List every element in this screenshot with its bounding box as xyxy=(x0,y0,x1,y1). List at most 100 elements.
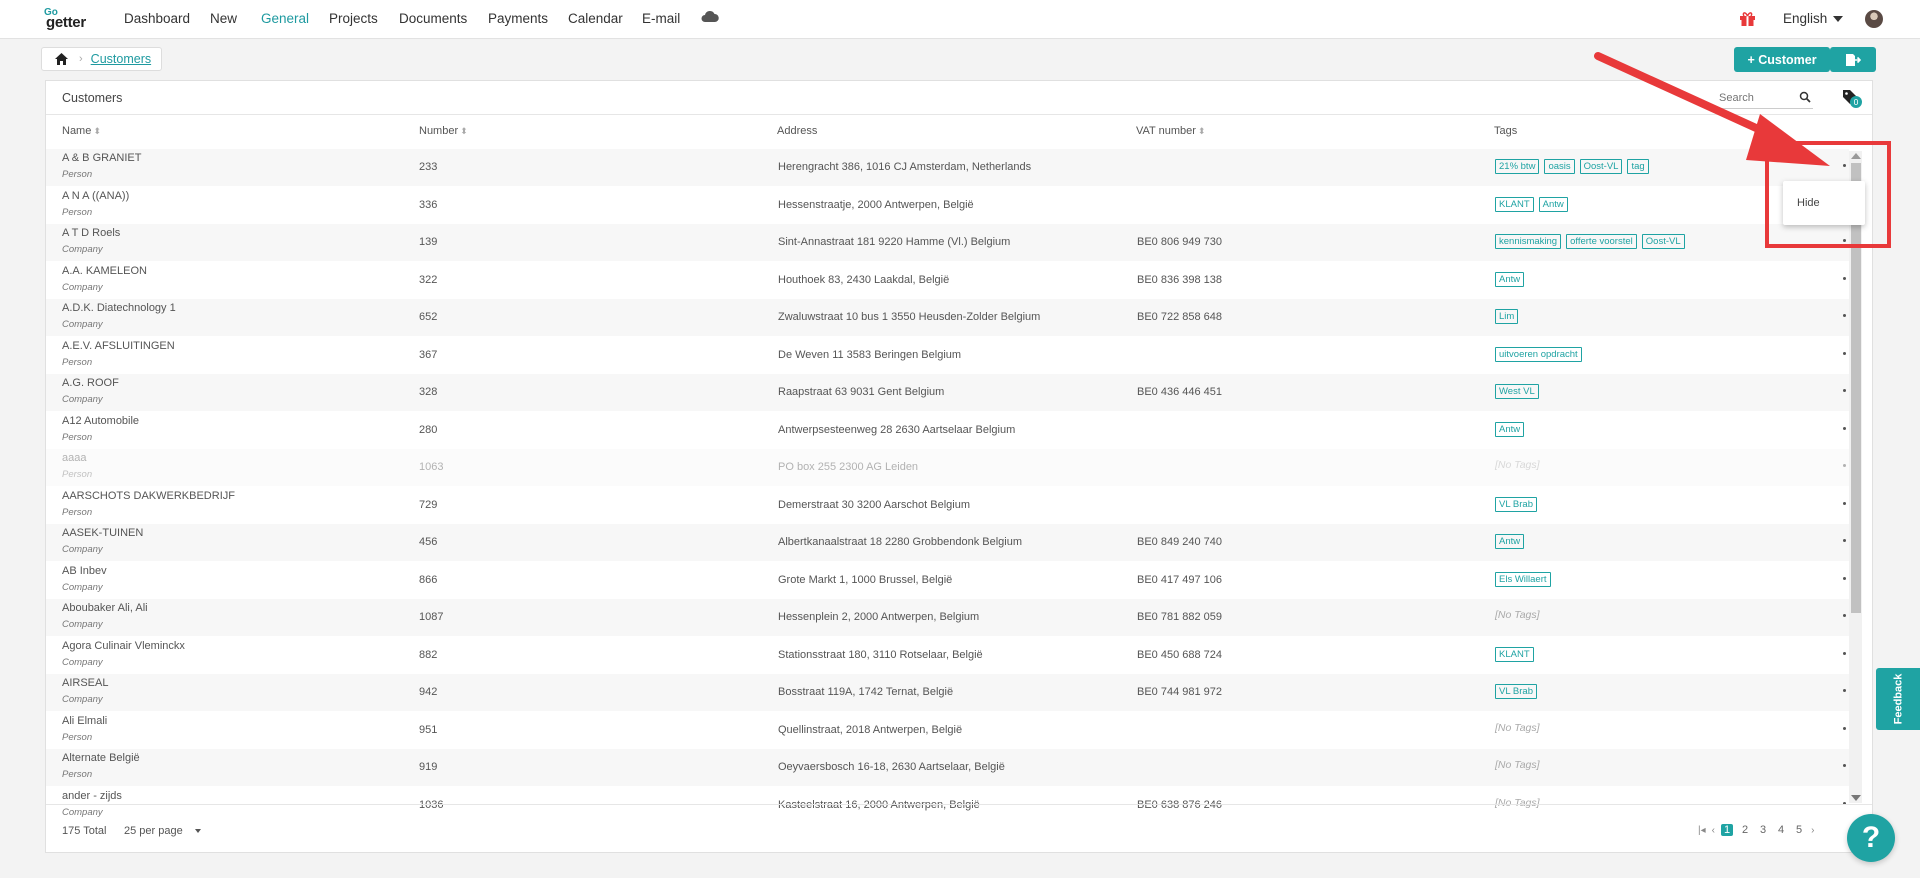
tag-badge[interactable]: offerte voorstel xyxy=(1566,234,1637,249)
language-selector[interactable]: English xyxy=(1783,11,1844,26)
nav-new[interactable]: New xyxy=(210,11,237,26)
row-menu-icon[interactable] xyxy=(1843,576,1846,580)
customer-name[interactable]: A T D Roels xyxy=(62,227,120,239)
table-row[interactable]: A & B GRANIET Person 233 Herengracht 386, 1… xyxy=(46,149,1849,186)
row-menu-icon[interactable] xyxy=(1843,689,1846,692)
per-page-select[interactable]: 25 per page xyxy=(124,825,201,837)
nav-payments[interactable]: Payments xyxy=(488,11,548,26)
row-menu-icon[interactable] xyxy=(1843,276,1846,280)
tag-badge[interactable]: Antw xyxy=(1495,421,1525,437)
page-1[interactable]: 1 xyxy=(1720,824,1734,836)
table-row[interactable]: AB Inbev Company 866 Grote Markt 1, 1000 Br… xyxy=(46,562,1849,599)
row-menu-icon[interactable] xyxy=(1843,539,1846,542)
tag-badge[interactable]: VL Brab xyxy=(1495,684,1537,699)
customer-name[interactable]: A.E.V. AFSLUITINGEN xyxy=(62,340,175,352)
nav-documents[interactable]: Documents xyxy=(399,11,467,26)
table-row[interactable]: aaaa Person 1063 PO box 255 2300 AG Leiden [… xyxy=(46,449,1849,486)
column-header-name[interactable]: Name ⬍ xyxy=(62,125,101,137)
table-row[interactable]: A.A. KAMELEON Company 322 Houthoek 83, 2430… xyxy=(46,262,1849,299)
table-row[interactable]: A.E.V. AFSLUITINGEN Person 367 De Weven 11 … xyxy=(46,337,1849,374)
table-row[interactable]: A.G. ROOF Company 328 Raapstraat 63 9031 Ge… xyxy=(46,374,1849,411)
customer-name[interactable]: Alternate België xyxy=(62,752,140,764)
tag-badge[interactable]: uitvoeren opdracht xyxy=(1495,346,1582,362)
table-row[interactable]: Aboubaker Ali, Ali Company 1087 Hessenplein… xyxy=(46,599,1849,636)
tag-badge[interactable]: 21% btw xyxy=(1495,159,1540,174)
table-row[interactable]: AARSCHOTS DAKWERKBEDRIJF Person 729 Demerst… xyxy=(46,487,1849,524)
tag-badge[interactable]: VL Brab xyxy=(1495,496,1537,512)
nav-calendar[interactable]: Calendar xyxy=(568,11,623,26)
home-icon[interactable] xyxy=(54,52,69,66)
table-row[interactable]: A12 Automobile Person 280 Antwerpsesteenweg… xyxy=(46,412,1849,449)
customer-name[interactable]: A.G. ROOF xyxy=(62,377,119,389)
customer-name[interactable]: Ali Elmali xyxy=(62,715,107,727)
customer-name[interactable]: A12 Automobile xyxy=(62,415,139,427)
tag-badge[interactable]: kennismaking xyxy=(1495,234,1562,249)
customer-name[interactable]: Agora Culinair Vleminckx xyxy=(62,640,185,652)
row-menu-icon[interactable] xyxy=(1843,314,1846,317)
tag-badge[interactable]: West VL xyxy=(1495,384,1539,399)
customer-name[interactable]: AIRSEAL xyxy=(62,677,108,689)
tag-badge[interactable]: KLANT xyxy=(1495,646,1534,662)
scroll-down-arrow[interactable] xyxy=(1851,795,1861,801)
feedback-tab[interactable]: Feedback xyxy=(1876,668,1920,730)
column-header-number[interactable]: Number ⬍ xyxy=(419,125,468,137)
table-row[interactable]: Alternate België Person 919 Oeyvaersbosch 1… xyxy=(46,749,1849,786)
next-page-icon[interactable]: › xyxy=(1811,825,1814,836)
scrollbar[interactable] xyxy=(1849,151,1862,803)
tag-badge[interactable]: KLANT xyxy=(1495,196,1534,212)
table-row[interactable]: A.D.K. Diatechnology 1 Company 652 Zwaluwst… xyxy=(46,299,1849,336)
nav-email[interactable]: E-mail xyxy=(642,11,680,26)
table-row[interactable]: ander - zijds Company 1036 Kasteelstraat 16… xyxy=(46,787,1849,824)
table-row[interactable]: AIRSEAL Company 942 Bosstraat 119A, 1742 Te… xyxy=(46,674,1849,711)
customer-name[interactable]: ander - zijds xyxy=(62,790,122,802)
column-header-vat[interactable]: VAT number ⬍ xyxy=(1136,125,1205,137)
page-5[interactable]: 5 xyxy=(1793,824,1805,836)
customer-name[interactable]: A.A. KAMELEON xyxy=(62,265,147,277)
nav-projects[interactable]: Projects xyxy=(329,11,378,26)
table-row[interactable]: Agora Culinair Vleminckx Company 882 Statio… xyxy=(46,637,1849,674)
customer-name[interactable]: A & B GRANIET xyxy=(62,152,141,164)
tag-badge[interactable]: Oost-VL xyxy=(1641,234,1685,249)
gogetter-logo[interactable]: Go getter xyxy=(44,7,100,31)
row-menu-icon[interactable] xyxy=(1843,426,1846,430)
previous-page-icon[interactable]: ‹ xyxy=(1712,825,1715,836)
page-4[interactable]: 4 xyxy=(1775,824,1787,836)
customer-name[interactable]: AASEK-TUINEN xyxy=(62,527,143,539)
customer-name[interactable]: AARSCHOTS DAKWERKBEDRIJF xyxy=(62,490,235,502)
page-2[interactable]: 2 xyxy=(1739,824,1751,836)
table-row[interactable]: A N A ((ANA)) Person 336 Hessenstraatje, 20… xyxy=(46,187,1849,224)
tag-badge[interactable]: Lim xyxy=(1495,309,1519,324)
customer-name[interactable]: A.D.K. Diatechnology 1 xyxy=(62,302,176,314)
cloud-icon[interactable] xyxy=(701,10,719,24)
table-row[interactable]: AASEK-TUINEN Company 456 Albertkanaalstraat… xyxy=(46,524,1849,561)
row-menu-icon[interactable] xyxy=(1843,764,1846,767)
page-3[interactable]: 3 xyxy=(1757,824,1769,836)
tag-badge[interactable]: Els Willaert xyxy=(1495,571,1551,587)
row-menu-icon[interactable] xyxy=(1843,501,1846,505)
nav-general[interactable]: General xyxy=(261,11,309,26)
customer-name[interactable]: aaaa xyxy=(62,452,86,464)
row-menu-icon[interactable] xyxy=(1843,726,1846,730)
row-menu-icon[interactable] xyxy=(1843,389,1846,392)
first-page-icon[interactable]: |◂ xyxy=(1698,825,1706,836)
table-row[interactable]: Ali Elmali Person 951 Quellinstraat, 2018 A… xyxy=(46,712,1849,749)
customer-type: Company xyxy=(62,694,103,705)
tag-badge[interactable]: oasis xyxy=(1544,159,1575,174)
tag-badge[interactable]: Antw xyxy=(1495,271,1525,287)
row-menu-icon[interactable] xyxy=(1843,351,1846,355)
gift-icon[interactable] xyxy=(1739,10,1756,27)
customer-name[interactable]: A N A ((ANA)) xyxy=(62,190,129,202)
breadcrumb-customers[interactable]: Customers xyxy=(91,52,151,66)
tag-badge[interactable]: Antw xyxy=(1495,534,1525,549)
row-menu-icon[interactable] xyxy=(1843,464,1846,467)
tag-badge[interactable]: Antw xyxy=(1538,196,1568,212)
row-menu-icon[interactable] xyxy=(1843,614,1846,617)
customer-name[interactable]: Aboubaker Ali, Ali xyxy=(62,602,148,614)
table-row[interactable]: A T D Roels Company 139 Sint-Annastraat 181… xyxy=(46,224,1849,261)
nav-dashboard[interactable]: Dashboard xyxy=(124,11,190,26)
customer-name[interactable]: AB Inbev xyxy=(62,565,107,577)
customer-number: 951 xyxy=(419,723,438,736)
row-menu-icon[interactable] xyxy=(1843,651,1846,655)
user-avatar[interactable] xyxy=(1865,10,1883,28)
help-button[interactable]: ? xyxy=(1847,814,1895,862)
